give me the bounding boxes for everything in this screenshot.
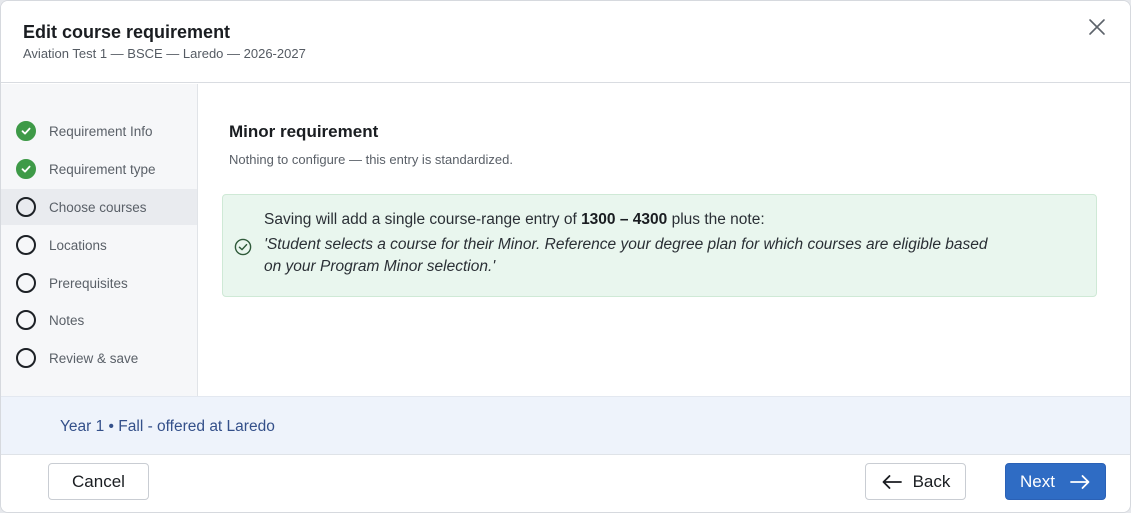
offering-info-text: Year 1 • Fall - offered at Laredo [60, 418, 275, 435]
next-button[interactable]: Next [1005, 463, 1106, 500]
step-label: Prerequisites [49, 275, 128, 291]
dialog-title: Edit course requirement [23, 22, 231, 42]
step-locations[interactable]: Locations [1, 227, 197, 263]
course-range: 1300 – 4300 [581, 211, 668, 228]
step-label: Requirement Info [49, 123, 153, 139]
wizard-steps-sidebar: Requirement Info Requirement type Choose… [1, 84, 198, 396]
step-requirement-type[interactable]: Requirement type [1, 151, 197, 187]
empty-circle-icon [16, 273, 36, 293]
edit-course-requirement-dialog: Edit course requirement Aviation Test 1 … [0, 0, 1131, 513]
step-label: Locations [49, 237, 107, 253]
offering-info-bar: Year 1 • Fall - offered at Laredo [1, 396, 1130, 455]
check-circle-icon [16, 159, 36, 179]
step-requirement-info[interactable]: Requirement Info [1, 113, 197, 149]
section-description: Nothing to configure — this entry is sta… [229, 152, 513, 167]
check-circle-outline-icon [234, 238, 252, 256]
empty-circle-icon [16, 235, 36, 255]
close-button[interactable] [1083, 13, 1111, 41]
cancel-button[interactable]: Cancel [48, 463, 149, 500]
cancel-label: Cancel [72, 471, 125, 491]
arrow-right-icon [1069, 474, 1091, 490]
step-label: Choose courses [49, 199, 147, 215]
notice-quote: 'Student selects a course for their Mino… [264, 236, 988, 275]
dialog-actions: Cancel Back Next [1, 455, 1130, 512]
dialog-subtitle: Aviation Test 1 — BSCE — Laredo — 2026-2… [23, 46, 306, 61]
back-button[interactable]: Back [865, 463, 966, 500]
arrow-left-icon [881, 474, 903, 490]
close-icon [1089, 19, 1105, 35]
notice-prefix: Saving will add a single course-range en… [264, 211, 582, 228]
dialog-header: Edit course requirement Aviation Test 1 … [1, 1, 1130, 83]
info-notice: Saving will add a single course-range en… [222, 194, 1097, 297]
section-heading: Minor requirement [229, 122, 379, 141]
step-notes[interactable]: Notes [1, 302, 197, 338]
step-label: Review & save [49, 350, 139, 366]
step-review-save[interactable]: Review & save [1, 340, 197, 376]
empty-circle-icon [16, 310, 36, 330]
next-label: Next [1020, 471, 1055, 491]
check-circle-icon [16, 121, 36, 141]
notice-suffix: plus the note: [667, 211, 765, 228]
empty-circle-icon [16, 348, 36, 368]
step-label: Notes [49, 312, 85, 328]
notice-summary: Saving will add a single course-range en… [264, 211, 765, 229]
back-label: Back [912, 471, 951, 491]
step-prerequisites[interactable]: Prerequisites [1, 265, 197, 301]
empty-circle-icon [16, 197, 36, 217]
step-choose-courses[interactable]: Choose courses [1, 189, 197, 225]
step-label: Requirement type [49, 161, 156, 177]
